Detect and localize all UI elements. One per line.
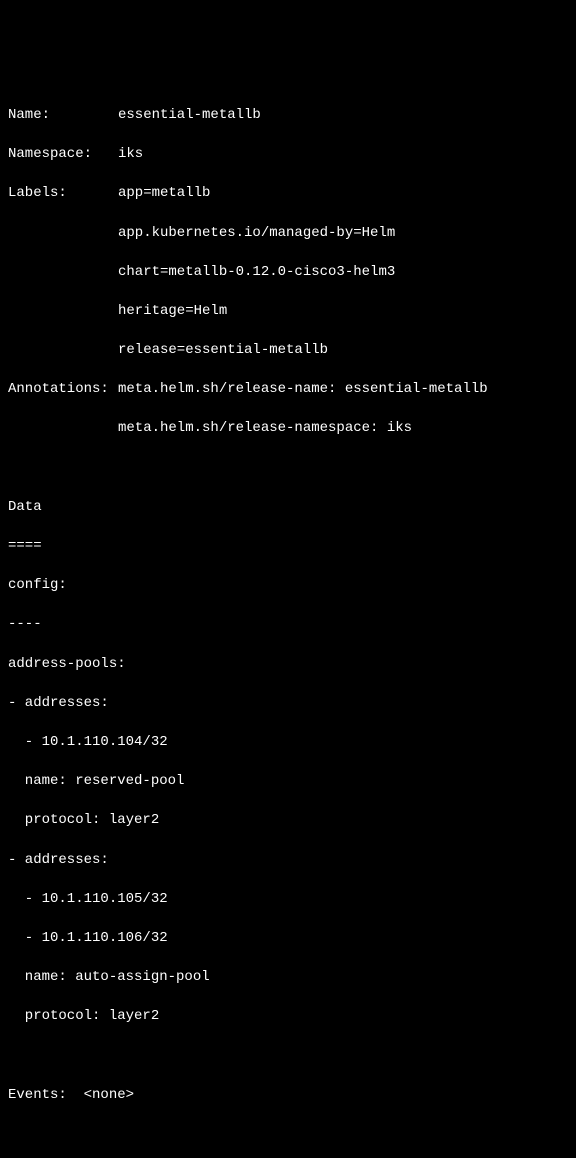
data-title: Data (8, 498, 568, 518)
namespace-value: iks (118, 145, 143, 165)
annotations-label: Annotations: (8, 380, 118, 400)
pool-1-address-1: - 10.1.110.106/32 (8, 929, 568, 949)
events-label: Events: (8, 1087, 67, 1103)
blank-1 (8, 459, 568, 479)
pool-0-address-0: - 10.1.110.104/32 (8, 733, 568, 753)
annotation-1: meta.helm.sh/release-namespace: iks (118, 419, 568, 439)
label-1: app.kubernetes.io/managed-by=Helm (118, 224, 568, 244)
name-label: Name: (8, 106, 118, 126)
annotations-row: Annotations:meta.helm.sh/release-name: e… (8, 380, 568, 400)
labels-row: Labels:app=metallb (8, 184, 568, 204)
pool-1-addresses-key: - addresses: (8, 851, 568, 871)
terminal-output: Name:essential-metallb Namespace:iks Lab… (8, 86, 568, 1124)
events-value: <none> (84, 1087, 134, 1103)
pool-1-name: name: auto-assign-pool (8, 968, 568, 988)
config-key: config: (8, 576, 568, 596)
label-4: release=essential-metallb (118, 341, 568, 361)
pool-1-address-0: - 10.1.110.105/32 (8, 890, 568, 910)
pool-0-addresses-key: - addresses: (8, 694, 568, 714)
label-3: heritage=Helm (118, 302, 568, 322)
namespace-label: Namespace: (8, 145, 118, 165)
name-row: Name:essential-metallb (8, 106, 568, 126)
namespace-row: Namespace:iks (8, 145, 568, 165)
pool-0-protocol: protocol: layer2 (8, 811, 568, 831)
labels-label: Labels: (8, 184, 118, 204)
address-pools-key: address-pools: (8, 655, 568, 675)
pool-1-protocol: protocol: layer2 (8, 1007, 568, 1027)
data-divider: ==== (8, 537, 568, 557)
blank-2 (8, 1046, 568, 1066)
annotation-0: meta.helm.sh/release-name: essential-met… (118, 380, 488, 400)
pool-0-name: name: reserved-pool (8, 772, 568, 792)
events-row: Events: <none> (8, 1086, 568, 1106)
name-value: essential-metallb (118, 106, 261, 126)
config-divider: ---- (8, 615, 568, 635)
label-0: app=metallb (118, 184, 210, 204)
label-2: chart=metallb-0.12.0-cisco3-helm3 (118, 263, 568, 283)
